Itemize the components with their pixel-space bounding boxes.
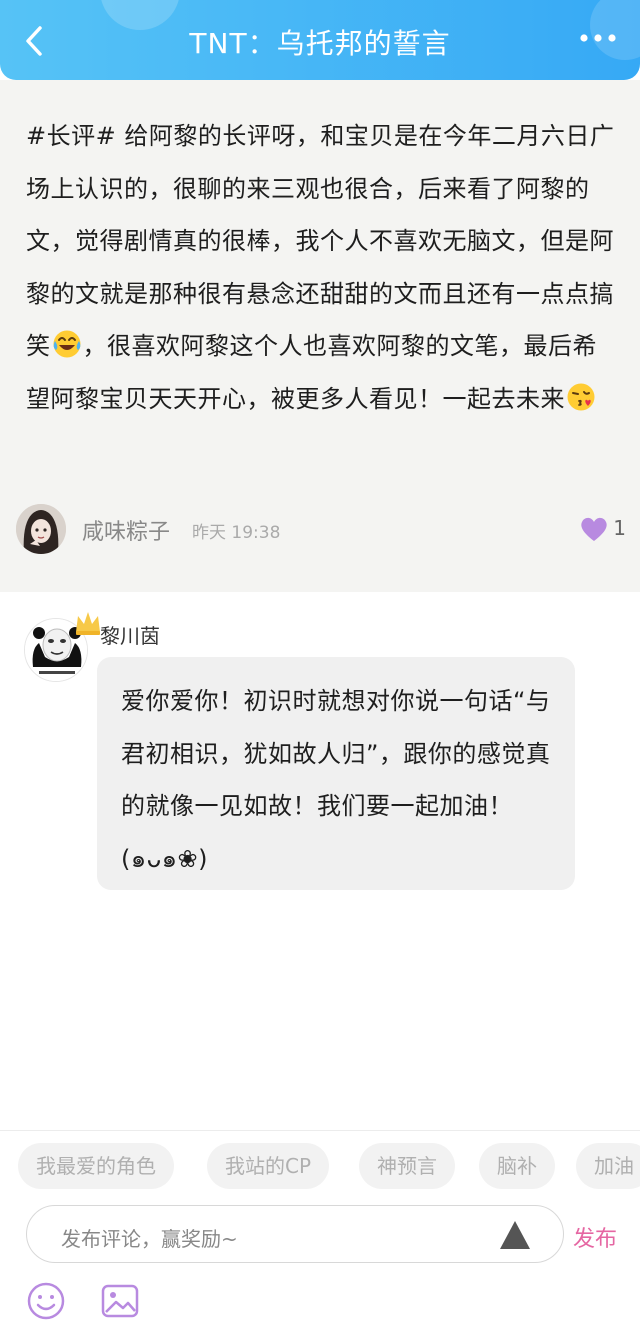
avatar-image <box>16 504 66 554</box>
kiss-emoji-icon <box>567 383 595 411</box>
tag-chip[interactable]: 加油 <box>576 1143 640 1189</box>
post-timestamp: 昨天 19:38 <box>192 523 281 543</box>
comment-bubble: 爱你爱你！初识时就想对你说一句话“与君初相识，犹如故人归”，跟你的感觉真的就像一… <box>97 657 575 890</box>
post-author-row: 咸味粽子 昨天 19:38 1 <box>16 504 626 554</box>
tag-chip[interactable]: 神预言 <box>359 1143 455 1189</box>
author-name[interactable]: 咸味粽子 <box>82 514 170 546</box>
publish-button[interactable]: 发布 <box>573 1221 617 1253</box>
post-body: #长评# 给阿黎的长评呀，和宝贝是在今年二月六日广场上认识的，很聊的来三观也很合… <box>26 110 616 426</box>
topic-tags: 我最爱的角色 我站的CP 神预言 脑补 加油 <box>18 1143 640 1189</box>
comment-composer: 我最爱的角色 我站的CP 神预言 脑补 加油 发布评论，赢奖励~ 发布 <box>0 1130 640 1328</box>
heart-icon[interactable] <box>580 516 608 542</box>
comment-item: 黎川茵 爱你爱你！初识时就想对你说一句话“与君初相识，犹如故人归”，跟你的感觉真… <box>0 592 640 912</box>
laughing-tears-emoji-icon <box>53 330 80 358</box>
comment-input[interactable]: 发布评论，赢奖励~ <box>26 1205 564 1263</box>
post-card: #长评# 给阿黎的长评呀，和宝贝是在今年二月六日广场上认识的，很聊的来三观也很合… <box>0 80 640 592</box>
tag-chip[interactable]: 脑补 <box>479 1143 555 1189</box>
crown-badge-icon <box>76 612 100 635</box>
top-nav-bar: TNT：乌托邦的誓言 <box>0 0 640 80</box>
triangle-up-icon[interactable] <box>499 1220 531 1250</box>
more-button[interactable] <box>578 28 618 48</box>
tag-chip[interactable]: 我站的CP <box>207 1143 330 1189</box>
image-picker-icon[interactable] <box>100 1281 140 1321</box>
tag-chip[interactable]: 我最爱的角色 <box>18 1143 174 1189</box>
author-avatar[interactable] <box>16 504 66 554</box>
comment-input-placeholder: 发布评论，赢奖励~ <box>61 1227 238 1251</box>
page-title: TNT：乌托邦的誓言 <box>189 27 451 60</box>
more-dots-icon <box>580 34 616 42</box>
commenter-name[interactable]: 黎川茵 <box>100 620 160 649</box>
like-count: 1 <box>613 516 626 540</box>
smiley-face-icon[interactable] <box>26 1281 66 1321</box>
post-text-part1: #长评# 给阿黎的长评呀，和宝贝是在今年二月六日广场上认识的，很聊的来三观也很合… <box>26 122 615 361</box>
post-text-part2: ，很喜欢阿黎这个人也喜欢阿黎的文笔，最后希望阿黎宝贝天天开心，被更多人看见！一起… <box>26 332 597 413</box>
